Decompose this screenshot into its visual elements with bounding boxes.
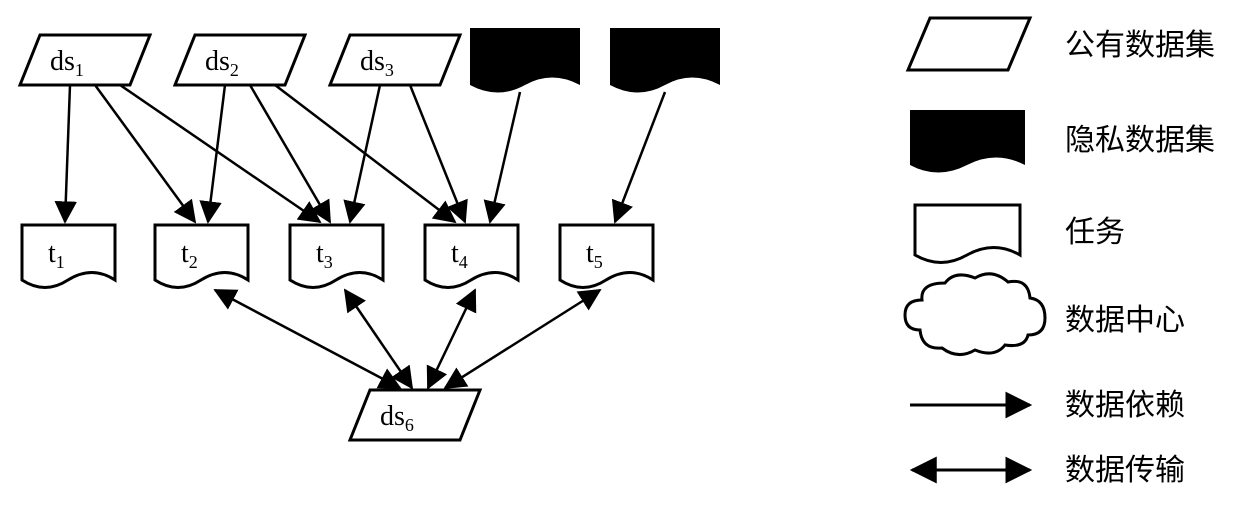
legend-private-label: 隐私数据集 (1065, 124, 1215, 157)
node-t5: t5 (560, 225, 653, 288)
node-ds6: ds6 (350, 390, 480, 440)
legend-task-label: 任务 (1065, 216, 1125, 249)
diagram-canvas: ds1 ds2 ds3 t1 t2 t3 t4 t5 (0, 0, 1240, 516)
edges-dependency (65, 85, 665, 222)
legend-dependency-label: 数据依赖 (1065, 389, 1185, 422)
legend: 公有数据集 隐私数据集 任务 数据中心 数据依赖 数据传输 (905, 18, 1215, 487)
node-t2: t2 (155, 225, 248, 288)
legend-datacenter-label: 数据中心 (1065, 304, 1185, 337)
node-private-4 (470, 28, 580, 93)
legend-public-icon (908, 18, 1030, 70)
node-t4: t4 (425, 225, 518, 288)
node-ds2: ds2 (175, 35, 305, 85)
legend-transfer-label: 数据传输 (1065, 454, 1185, 487)
legend-cloud-icon (905, 274, 1045, 355)
node-ds1: ds1 (20, 35, 150, 85)
node-t3: t3 (290, 225, 383, 288)
node-private-5 (610, 28, 720, 93)
legend-private-icon (910, 110, 1025, 173)
legend-public-label: 公有数据集 (1065, 29, 1215, 62)
legend-task-icon (915, 205, 1020, 263)
edges-transfer (215, 290, 600, 388)
node-ds3: ds3 (330, 35, 460, 85)
node-t1: t1 (22, 225, 115, 288)
